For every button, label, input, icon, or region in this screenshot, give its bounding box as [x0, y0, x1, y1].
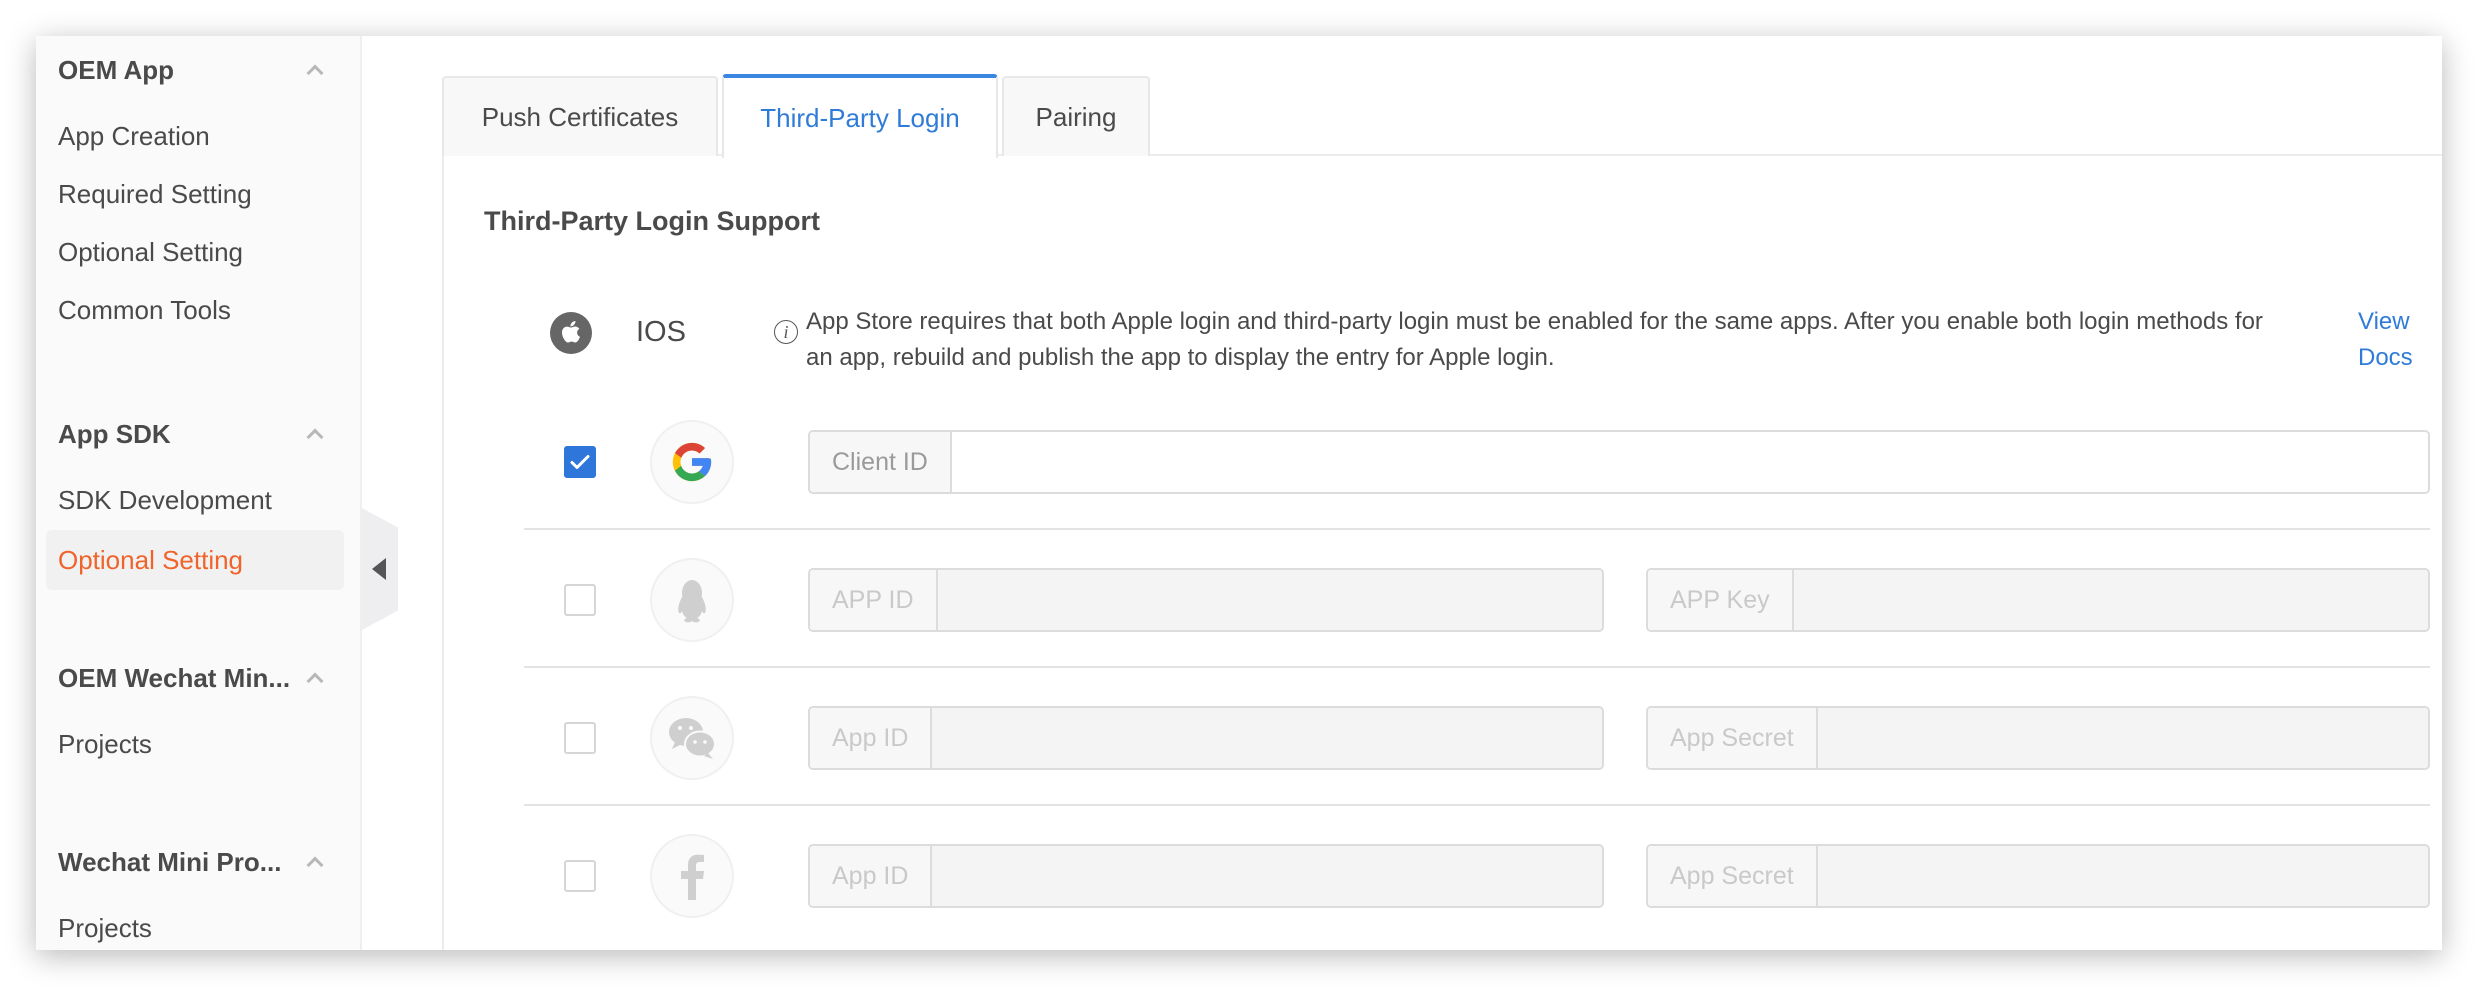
sidebar-item-optional-setting[interactable]: Optional Setting [46, 222, 344, 282]
google-icon [650, 420, 734, 504]
qq-penguin-icon [650, 558, 734, 642]
facebook-app-id-input[interactable] [932, 846, 1602, 906]
facebook-app-secret-input[interactable] [1817, 846, 2428, 906]
chevron-up-icon[interactable] [298, 669, 338, 690]
provider-row-qq: APP ID APP Key [524, 530, 2430, 668]
field-label: Client ID [810, 432, 952, 492]
sidebar-item-sdk-development[interactable]: SDK Development [46, 470, 344, 530]
section-title: Third-Party Login Support [484, 206, 820, 236]
wechat-icon [650, 696, 734, 780]
google-client-id-field: Client ID [808, 430, 2430, 494]
main-window: OEM App App Creation Required Setting Op… [36, 36, 2442, 950]
wechat-enable-checkbox[interactable] [564, 722, 596, 754]
ios-label: IOS [636, 316, 686, 348]
wechat-app-id-field: App ID [808, 706, 1604, 770]
sidebar-item-projects[interactable]: Projects [46, 898, 344, 950]
tab-push-certificates[interactable]: Push Certificates [442, 76, 718, 156]
field-label: APP ID [810, 570, 938, 630]
panel-border [442, 154, 444, 950]
sidebar-group-oem-wechat-mini[interactable]: OEM Wechat Min... [58, 658, 338, 698]
sidebar-group-oem-app[interactable]: OEM App [58, 50, 338, 90]
sidebar-group-wechat-mini-program[interactable]: Wechat Mini Pro... [58, 842, 338, 882]
sidebar-item-projects[interactable]: Projects [46, 714, 344, 774]
qq-app-id-input[interactable] [937, 570, 1602, 630]
google-client-id-input[interactable] [951, 432, 2428, 492]
caret-left-icon [372, 558, 386, 580]
google-enable-checkbox[interactable] [564, 446, 596, 478]
facebook-icon [650, 834, 734, 918]
sidebar-group-title: OEM App [58, 54, 175, 85]
apple-icon [550, 312, 592, 354]
field-label: App Secret [1648, 708, 1818, 768]
sidebar-group-title: Wechat Mini Pro... [58, 846, 282, 877]
qq-app-id-field: APP ID [808, 568, 1604, 632]
sidebar: OEM App App Creation Required Setting Op… [36, 36, 362, 950]
qq-app-key-input[interactable] [1793, 570, 2428, 630]
provider-row-google: Client ID [524, 392, 2430, 530]
facebook-app-id-field: App ID [808, 844, 1604, 908]
chevron-up-icon[interactable] [298, 853, 338, 874]
wechat-app-id-input[interactable] [932, 708, 1602, 768]
field-label: App Secret [1648, 846, 1818, 906]
field-label: APP Key [1648, 570, 1794, 630]
facebook-app-secret-field: App Secret [1646, 844, 2430, 908]
qq-enable-checkbox[interactable] [564, 584, 596, 616]
field-label: App ID [810, 708, 933, 768]
sidebar-group-app-sdk[interactable]: App SDK [58, 414, 338, 454]
sidebar-group-title: OEM Wechat Min... [58, 662, 291, 693]
sidebar-item-required-setting[interactable]: Required Setting [46, 164, 344, 224]
ios-notice-row: IOS i App Store requires that both Apple… [550, 292, 2430, 392]
tab-third-party-login[interactable]: Third-Party Login [722, 74, 998, 158]
chevron-up-icon[interactable] [298, 425, 338, 446]
sidebar-item-common-tools[interactable]: Common Tools [46, 280, 344, 340]
info-icon: i [774, 320, 798, 344]
provider-row-facebook: App ID App Secret [524, 806, 2430, 944]
sidebar-item-app-creation[interactable]: App Creation [46, 106, 344, 166]
tab-pairing[interactable]: Pairing [1002, 76, 1150, 156]
sidebar-collapse-button[interactable] [362, 508, 398, 630]
qq-app-key-field: APP Key [1646, 568, 2430, 632]
wechat-app-secret-input[interactable] [1817, 708, 2428, 768]
chevron-up-icon[interactable] [298, 61, 338, 82]
view-docs-link[interactable]: View Docs [2358, 304, 2438, 376]
sidebar-item-sdk-optional-setting[interactable]: Optional Setting [46, 530, 344, 590]
facebook-enable-checkbox[interactable] [564, 860, 596, 892]
provider-row-wechat: App ID App Secret [524, 668, 2430, 806]
wechat-app-secret-field: App Secret [1646, 706, 2430, 770]
sidebar-group-title: App SDK [58, 418, 171, 449]
field-label: App ID [810, 846, 933, 906]
ios-description: App Store requires that both Apple login… [806, 308, 2263, 371]
